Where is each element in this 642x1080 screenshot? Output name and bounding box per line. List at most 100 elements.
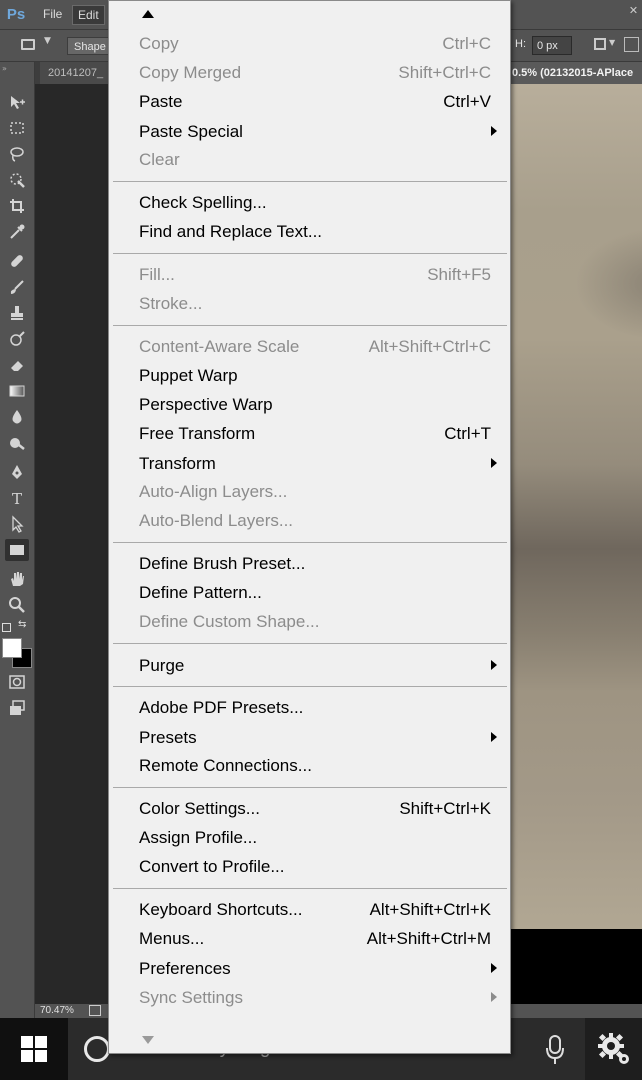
- tool-preset-caret-icon[interactable]: ▼: [44, 36, 51, 46]
- menu-item-shortcut: Alt+Shift+Ctrl+K: [369, 900, 491, 919]
- blur-tool-icon[interactable]: [5, 406, 29, 428]
- brush-tool-icon[interactable]: [5, 276, 29, 298]
- default-colors-icon[interactable]: [2, 623, 11, 632]
- menu-item-label: Convert to Profile...: [139, 857, 285, 876]
- menu-item-label: Purge: [139, 656, 185, 675]
- menu-item-define-pattern[interactable]: Define Pattern...: [110, 580, 509, 608]
- menu-separator: [113, 253, 507, 254]
- panel-grip-icon[interactable]: »: [2, 64, 7, 73]
- menu-item-presets[interactable]: Presets: [110, 725, 509, 753]
- healing-brush-tool-icon[interactable]: [5, 250, 29, 272]
- height-input[interactable]: 0 px: [532, 36, 572, 55]
- submenu-arrow-icon: [491, 992, 497, 1002]
- menu-item-remote-connections[interactable]: Remote Connections...: [110, 753, 509, 781]
- eyedropper-tool-icon[interactable]: [5, 221, 29, 243]
- menu-item-label: Presets: [139, 728, 197, 747]
- menu-item-color-settings[interactable]: Color Settings... Shift+Ctrl+K: [110, 796, 509, 824]
- rectangular-marquee-tool-icon[interactable]: [5, 117, 29, 139]
- hand-tool-icon[interactable]: [5, 568, 29, 590]
- menu-item-assign-profile[interactable]: Assign Profile...: [110, 825, 509, 853]
- photoshop-logo: Ps: [6, 6, 26, 23]
- menu-item-label: Color Settings...: [139, 799, 260, 818]
- svg-text:T: T: [12, 490, 22, 507]
- type-tool-icon[interactable]: T: [5, 487, 29, 509]
- submenu-arrow-icon: [491, 963, 497, 973]
- scroll-up-arrow-icon[interactable]: [140, 7, 156, 21]
- settings-taskbar-button[interactable]: [585, 1018, 642, 1080]
- scroll-down-arrow-icon[interactable]: [140, 1033, 156, 1047]
- menu-item-content-aware-scale: Content-Aware Scale Alt+Shift+Ctrl+C: [110, 334, 509, 362]
- menu-item-paste-special[interactable]: Paste Special: [110, 119, 509, 147]
- path-operations-icon[interactable]: [594, 38, 606, 50]
- menu-item-label: Fill...: [139, 265, 175, 284]
- menu-item-define-brush-preset[interactable]: Define Brush Preset...: [110, 551, 509, 579]
- menu-item-define-custom-shape: Define Custom Shape...: [110, 609, 509, 637]
- menu-item-find-and-replace-text[interactable]: Find and Replace Text...: [110, 219, 509, 247]
- document-tab-1[interactable]: 20141207_: [40, 62, 110, 84]
- path-operations-caret-icon[interactable]: ▼: [609, 38, 615, 47]
- history-brush-tool-icon[interactable]: [5, 328, 29, 350]
- menu-item-shortcut: Ctrl+C: [442, 34, 491, 53]
- rectangle-tool-icon[interactable]: [21, 39, 35, 50]
- menu-item-purge[interactable]: Purge: [110, 653, 509, 681]
- menu-item-puppet-warp[interactable]: Puppet Warp: [110, 363, 509, 391]
- start-button[interactable]: [0, 1018, 68, 1080]
- menu-item-check-spelling[interactable]: Check Spelling...: [110, 190, 509, 218]
- menu-item-clear: Clear: [110, 147, 509, 175]
- path-selection-tool-icon[interactable]: [5, 513, 29, 535]
- path-arrangement-icon[interactable]: [624, 37, 639, 52]
- menu-item-label: Free Transform: [139, 424, 256, 443]
- dodge-tool-icon[interactable]: [5, 432, 29, 454]
- swap-colors-icon[interactable]: ⇆: [18, 619, 26, 630]
- menu-file[interactable]: File: [38, 5, 67, 23]
- pen-tool-icon[interactable]: [5, 461, 29, 483]
- menu-item-convert-to-profile[interactable]: Convert to Profile...: [110, 854, 509, 882]
- menu-item-label: Check Spelling...: [139, 193, 267, 212]
- foreground-color-swatch[interactable]: [2, 638, 22, 658]
- menu-item-menus[interactable]: Menus... Alt+Shift+Ctrl+M: [110, 926, 509, 954]
- clone-stamp-tool-icon[interactable]: [5, 302, 29, 324]
- quick-selection-tool-icon[interactable]: [5, 169, 29, 191]
- crop-tool-icon[interactable]: [5, 195, 29, 217]
- quick-mask-icon[interactable]: [5, 671, 29, 693]
- menu-item-keyboard-shortcuts[interactable]: Keyboard Shortcuts... Alt+Shift+Ctrl+K: [110, 897, 509, 925]
- export-icon[interactable]: [89, 1005, 101, 1016]
- zoom-level[interactable]: 70.47%: [40, 1004, 74, 1018]
- menu-separator: [113, 888, 507, 889]
- menu-item-label: Define Pattern...: [139, 583, 262, 602]
- tool-mode-dropdown[interactable]: Shape: [67, 37, 111, 55]
- gear-icon: [597, 1033, 629, 1064]
- gradient-tool-icon[interactable]: [5, 380, 29, 402]
- menu-item-shortcut: Ctrl+V: [443, 92, 491, 111]
- menu-item-paste[interactable]: Paste Ctrl+V: [110, 89, 509, 117]
- menu-item-label: Keyboard Shortcuts...: [139, 900, 303, 919]
- document-canvas-image[interactable]: [510, 84, 642, 929]
- menu-item-perspective-warp[interactable]: Perspective Warp: [110, 392, 509, 420]
- menu-separator: [113, 325, 507, 326]
- screen-mode-icon[interactable]: [5, 697, 29, 719]
- menu-item-free-transform[interactable]: Free Transform Ctrl+T: [110, 421, 509, 449]
- zoom-tool-icon[interactable]: [5, 594, 29, 616]
- microphone-icon[interactable]: [545, 1034, 565, 1066]
- menu-separator: [113, 787, 507, 788]
- cortana-icon[interactable]: [84, 1036, 110, 1062]
- close-window-icon[interactable]: ✕: [625, 0, 642, 21]
- menu-edit[interactable]: Edit: [72, 5, 105, 25]
- document-tab-2[interactable]: 0.5% (02132015-APlace: [510, 62, 642, 84]
- menu-item-label: Find and Replace Text...: [139, 222, 323, 241]
- menu-item-label: Transform: [139, 454, 216, 473]
- submenu-arrow-icon: [491, 126, 497, 136]
- menu-item-adobe-pdf-presets[interactable]: Adobe PDF Presets...: [110, 695, 509, 723]
- eraser-tool-icon[interactable]: [5, 354, 29, 376]
- menu-item-preferences[interactable]: Preferences: [110, 956, 509, 984]
- menu-item-label: Define Brush Preset...: [139, 554, 306, 573]
- menu-item-transform[interactable]: Transform: [110, 451, 509, 479]
- menu-item-label: Sync Settings: [139, 988, 243, 1007]
- windows-logo-icon: [21, 1036, 47, 1062]
- menu-item-label: Content-Aware Scale: [139, 337, 300, 356]
- rectangle-tool-icon[interactable]: [5, 539, 29, 561]
- lasso-tool-icon[interactable]: [5, 143, 29, 165]
- move-tool-icon[interactable]: [5, 91, 29, 113]
- menu-item-label: Define Custom Shape...: [139, 612, 320, 631]
- submenu-arrow-icon: [491, 660, 497, 670]
